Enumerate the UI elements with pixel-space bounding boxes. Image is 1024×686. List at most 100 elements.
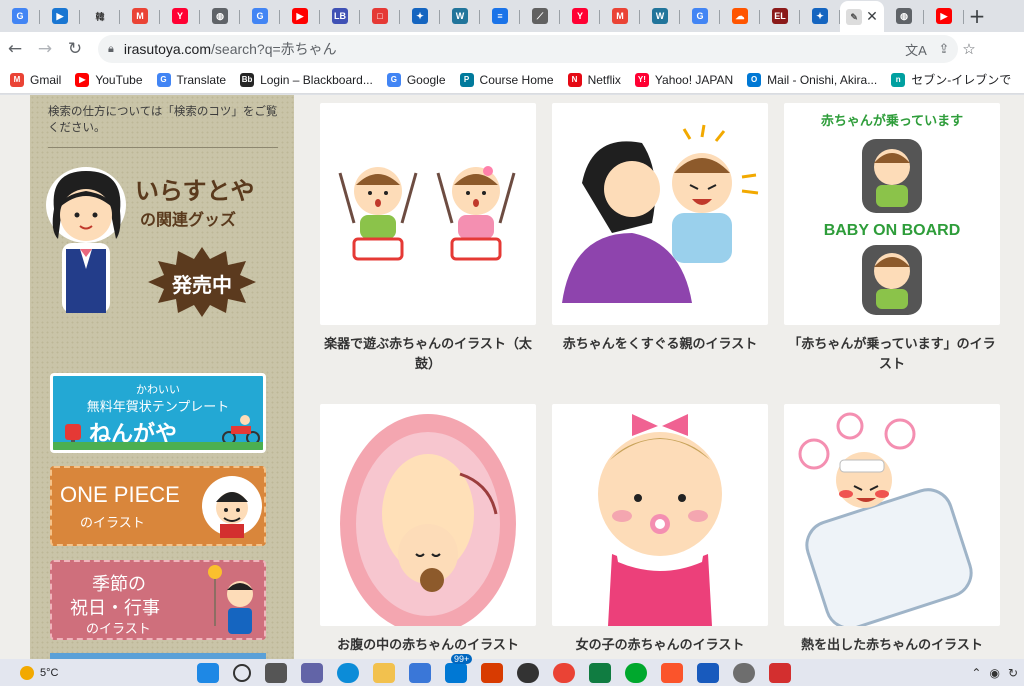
browser-tab[interactable]: ◍ [884,1,924,31]
file-explorer-icon[interactable] [373,662,395,683]
browser-tab[interactable]: Y [160,1,200,31]
pirate-boy-illustration [202,476,262,538]
reload-icon[interactable]: ↻ [60,39,90,59]
browser-tab[interactable]: ✦ [800,1,840,31]
browser-tab[interactable]: G [240,1,280,31]
excel-icon[interactable] [589,662,611,683]
browser-tab[interactable]: W [640,1,680,31]
chevron-up-icon[interactable]: ⌃ [971,666,981,680]
bookmark-item[interactable]: G Google [386,72,446,87]
result-caption[interactable]: 「赤ちゃんが乗っています」のイラスト [784,335,1000,375]
browser-tab[interactable]: ⟋ [520,1,560,31]
browser-tab[interactable]: G [680,1,720,31]
bookmark-item[interactable]: Y! Yahoo! JAPAN [634,72,733,87]
edge-icon[interactable] [337,662,359,683]
search-icon[interactable] [233,663,251,682]
temperature-text: 5°C [40,666,59,679]
lock-icon[interactable]: 🔒︎ [108,43,114,56]
bookmark-item[interactable]: G Translate [156,72,226,87]
browser-tab[interactable]: ✦ [400,1,440,31]
blackboard-icon: Bb [240,72,255,87]
browser-tab[interactable]: W [440,1,480,31]
translate-page-icon[interactable]: 文A [902,40,930,59]
office-icon[interactable] [481,662,503,683]
browser-tab[interactable]: ☁ [720,1,760,31]
bookmark-item[interactable]: ▶ YouTube [75,72,143,87]
browser-tab[interactable]: EL [760,1,800,31]
seasonal-events-banner[interactable]: 季節の 祝日・行事 のイラスト [50,560,266,640]
browser-tab[interactable]: ◍ [200,1,240,31]
wordpress-icon: W [652,8,668,24]
result-image[interactable] [784,404,1000,626]
forward-arrow-icon[interactable]: → [30,39,60,59]
result-image[interactable] [552,103,768,325]
sync-icon[interactable]: ↻ [1008,666,1018,680]
app-tray-icon[interactable]: ◉ [989,666,999,680]
result-card[interactable]: 赤ちゃんが乗っています BABY ON BOARD 「赤ちゃんが乗っています」の… [784,103,1000,375]
mail-icon[interactable]: 99+ [445,653,473,683]
result-image[interactable] [320,103,536,325]
result-card[interactable]: 赤ちゃんをくすぐる親のイラスト [552,103,768,355]
google-icon: G [692,8,708,24]
store-icon[interactable] [409,662,431,683]
address-bar[interactable]: 🔒︎ irasutoya.com /search?q=赤ちゃん 文A ⇪ [98,35,958,63]
browser-tab[interactable]: ▶ [280,1,320,31]
snipping-tool-icon[interactable] [769,662,791,683]
browser-tab[interactable]: Y [560,1,600,31]
bookmark-item[interactable]: P Course Home [459,72,554,87]
result-image[interactable] [552,404,768,626]
bookmark-item[interactable]: Bb Login – Blackboard... [240,72,373,87]
result-caption[interactable]: お腹の中の赤ちゃんのイラスト [320,636,536,656]
result-card[interactable]: お腹の中の赤ちゃんのイラスト [320,404,536,656]
browser-tab[interactable]: G [0,1,40,31]
browser-tab[interactable]: ▶ [924,1,964,31]
result-card[interactable]: 楽器で遊ぶ赤ちゃんのイラスト（太鼓） [320,103,536,375]
browser-tab[interactable]: LB [320,1,360,31]
weather-widget[interactable]: 5°C [20,665,180,680]
task-view-icon[interactable] [265,662,287,683]
delivery-bike-icon [222,415,260,445]
bookmark-label: Google [406,72,446,87]
settings-icon[interactable] [733,662,755,683]
bookmark-item[interactable]: n セブン-イレブンで [891,71,1011,88]
browser-tab[interactable]: M [600,1,640,31]
active-tab[interactable]: ✎ ✕ [840,1,884,33]
result-caption[interactable]: 楽器で遊ぶ赤ちゃんのイラスト（太鼓） [320,335,536,375]
grass-decoration [53,442,263,450]
new-tab-button[interactable]: + [964,4,990,28]
goods-subtitle: の関連グッズ [140,210,237,229]
browser-tab[interactable]: ▶ [40,1,80,31]
goods-promo-banner[interactable]: いらすとや の関連グッズ 発売中 [40,165,290,325]
result-caption[interactable]: 女の子の赤ちゃんのイラスト [552,636,768,656]
share-icon[interactable]: ⇪ [930,41,958,57]
nengaya-banner[interactable]: かわいい 無料年賀状テンプレート ねんがや [50,373,266,453]
evernote-icon[interactable] [625,662,647,683]
bookmark-item[interactable]: O Mail - Onishi, Akira... [747,72,877,87]
parent-tickling-baby-illustration [562,124,759,303]
result-caption[interactable]: 赤ちゃんをくすぐる親のイラスト [552,335,768,355]
bookmark-item[interactable]: N Netflix [567,72,621,87]
browser-tab[interactable]: ≡ [480,1,520,31]
bookmark-star-icon[interactable]: ☆ [958,40,980,58]
browser-tab[interactable]: M [120,1,160,31]
result-image[interactable] [320,404,536,626]
result-image[interactable]: 赤ちゃんが乗っています BABY ON BOARD [784,103,1000,325]
chrome-icon[interactable] [553,662,575,683]
result-card[interactable]: 女の子の赤ちゃんのイラスト [552,404,768,656]
result-card[interactable]: 熱を出した赤ちゃんのイラスト [784,404,1000,656]
browser-tab[interactable]: 韓 [80,1,120,31]
start-icon[interactable] [197,662,219,683]
shield-app-icon[interactable] [517,662,539,683]
word-icon[interactable] [697,662,719,683]
close-tab-icon[interactable]: ✕ [866,9,878,25]
teams-icon[interactable] [301,662,323,683]
onepiece-subtitle: のイラスト [80,516,145,531]
onepiece-banner[interactable]: ONE PIECE のイラスト [50,466,266,546]
browser-tab[interactable]: □ [360,1,400,31]
brave-icon[interactable] [661,662,683,683]
sun-icon [20,665,34,680]
bookmark-item[interactable]: M Gmail [10,72,61,87]
back-arrow-icon[interactable]: ← [0,39,30,59]
gmail-icon: M [10,72,24,87]
result-caption[interactable]: 熱を出した赤ちゃんのイラスト [784,636,1000,656]
